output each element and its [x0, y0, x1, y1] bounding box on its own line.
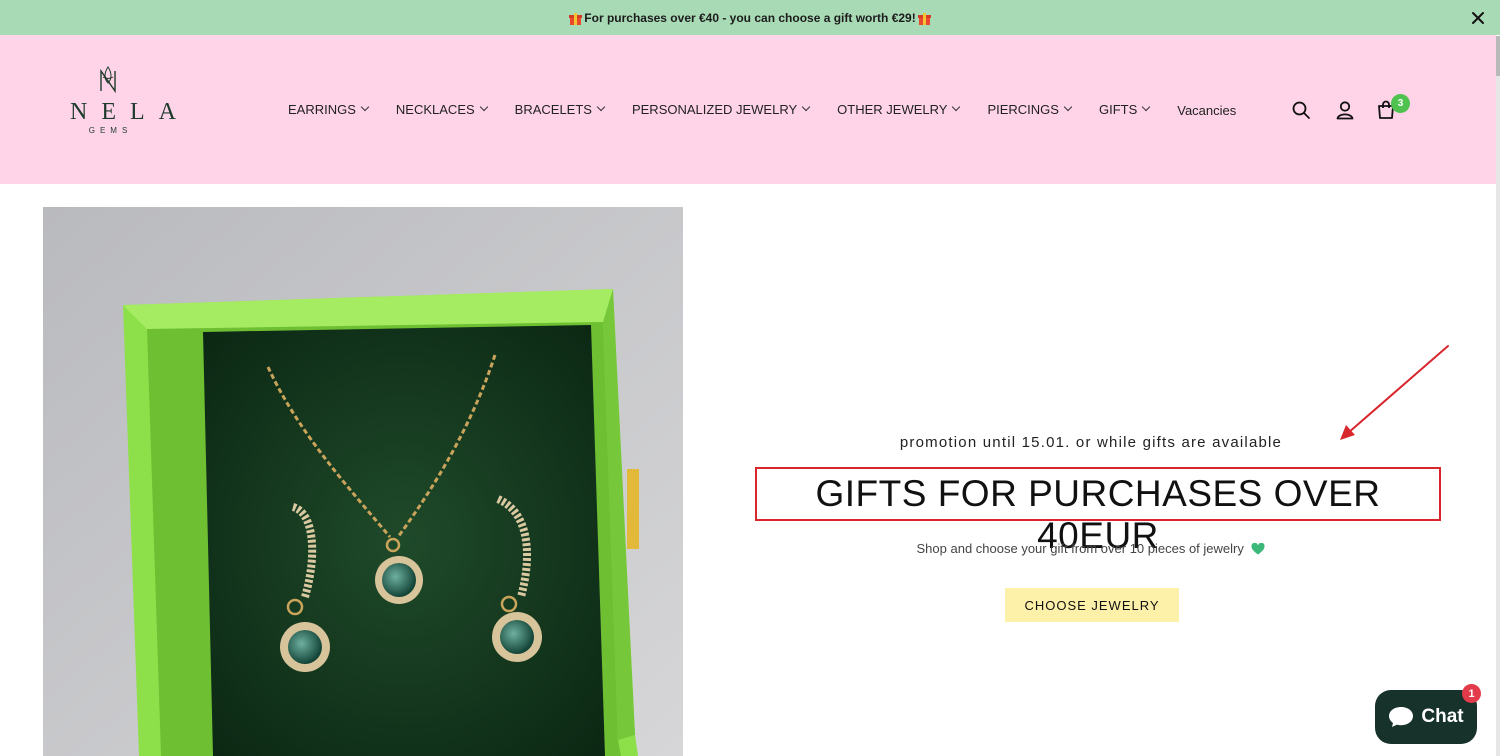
site-header: NELA GEMS EARRINGS NECKLACES BRACELETS P…: [0, 35, 1496, 184]
promo-description-text: Shop and choose your gift from over 10 p…: [916, 541, 1244, 556]
chevron-down-icon: [1063, 102, 1073, 112]
cart-count-badge: 3: [1391, 94, 1410, 113]
nav-label: BRACELETS: [514, 101, 592, 117]
nav-item-other-jewelry[interactable]: OTHER JEWELRY: [837, 101, 961, 117]
chat-bubble-icon: [1389, 707, 1414, 727]
main-nav: EARRINGS NECKLACES BRACELETS PERSONALIZE…: [288, 101, 1264, 118]
nav-item-piercings[interactable]: PIERCINGS: [987, 101, 1073, 117]
chevron-down-icon: [1142, 102, 1151, 112]
promo-description: Shop and choose your gift from over 10 p…: [760, 541, 1422, 556]
close-icon[interactable]: [1468, 8, 1488, 28]
nav-item-personalized-jewelry[interactable]: PERSONALIZED JEWELRY: [631, 101, 811, 117]
chevron-down-icon: [801, 102, 811, 112]
scrollbar-track[interactable]: [1496, 36, 1500, 756]
announcement-bar: For purchases over €40 - you can choose …: [0, 0, 1500, 35]
nav-label: GIFTS: [1098, 101, 1138, 117]
gift-icon: [569, 12, 583, 25]
nav-item-earrings[interactable]: EARRINGS: [288, 101, 370, 117]
scrollbar-thumb[interactable]: [1496, 36, 1500, 76]
chat-notification-badge: 1: [1462, 684, 1481, 703]
announcement-text: For purchases over €40 - you can choose …: [584, 10, 916, 25]
nav-label: Vacancies: [1177, 102, 1237, 118]
nav-label: EARRINGS: [288, 101, 356, 117]
gift-icon: [917, 12, 931, 25]
chevron-down-icon: [360, 102, 370, 112]
nav-label: PERSONALIZED JEWELRY: [631, 101, 798, 117]
promo-subtitle: promotion until 15.01. or while gifts ar…: [899, 434, 1283, 451]
annotation-arrow: [1340, 345, 1449, 440]
account-icon[interactable]: [1334, 99, 1356, 121]
chevron-down-icon: [479, 102, 488, 112]
chat-label: Chat: [1421, 706, 1464, 727]
green-heart-icon: [1251, 543, 1265, 555]
nav-item-vacancies[interactable]: Vacancies: [1177, 103, 1236, 118]
nav-item-necklaces[interactable]: NECKLACES: [395, 101, 488, 117]
nav-label: OTHER JEWELRY: [837, 101, 948, 117]
choose-jewelry-button[interactable]: CHOOSE JEWELRY: [1005, 588, 1179, 622]
chevron-down-icon: [952, 102, 961, 112]
nav-label: PIERCINGS: [987, 101, 1059, 117]
chat-button[interactable]: Chat: [1375, 690, 1477, 744]
hero-product-image[interactable]: [43, 207, 683, 756]
chevron-down-icon: [596, 102, 606, 112]
logo-sub: GEMS: [88, 126, 133, 135]
logo-name: NELA: [70, 99, 190, 125]
nav-label: NECKLACES: [395, 101, 475, 117]
logo-mark-icon: [100, 66, 116, 94]
nav-item-gifts[interactable]: GIFTS: [1098, 101, 1151, 117]
nav-item-bracelets[interactable]: BRACELETS: [514, 101, 606, 117]
search-icon[interactable]: [1290, 99, 1312, 121]
logo[interactable]: NELA GEMS: [58, 65, 190, 145]
